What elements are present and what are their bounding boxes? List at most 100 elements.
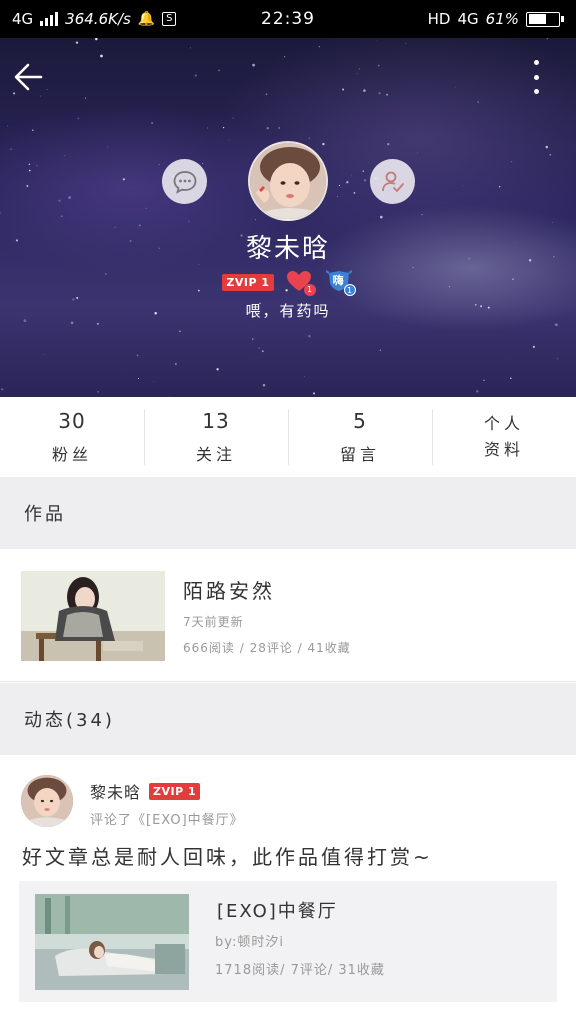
star [483, 379, 485, 382]
feed-avatar-image [21, 775, 73, 827]
star [379, 349, 381, 351]
avatar[interactable] [21, 775, 73, 827]
star [95, 38, 98, 41]
vip-badge[interactable]: ZVIP 1 [222, 273, 274, 291]
star [206, 127, 209, 129]
quoted-work-author: by:顿时汐i [215, 935, 284, 950]
feed-text: 好文章总是耐人回味，此作品值得打赏~ [22, 845, 433, 869]
quoted-work-cover-art [35, 894, 189, 990]
star [150, 121, 154, 125]
star [28, 163, 31, 165]
fan-badge[interactable]: 嗨 1 [325, 270, 356, 296]
network-right-label: 4G [457, 10, 479, 28]
star [96, 322, 99, 325]
star [342, 88, 345, 91]
star [188, 220, 190, 222]
star [461, 185, 463, 187]
quoted-work-title: [EXO]中餐厅 [217, 901, 338, 922]
star [179, 330, 181, 333]
star [387, 143, 390, 146]
star [194, 74, 197, 77]
star [190, 47, 191, 49]
work-item[interactable]: 陌路安然 7天前更新 666阅读 / 28评论 / 41收藏 [0, 549, 576, 682]
star [137, 378, 140, 380]
star [477, 101, 479, 103]
star [308, 334, 311, 338]
star [68, 196, 71, 199]
notification-icon: 🔔 [137, 11, 156, 27]
star [97, 391, 99, 393]
star [174, 362, 177, 365]
star [454, 86, 456, 88]
stat-value: 13 [202, 409, 230, 433]
star [100, 54, 103, 58]
avatar[interactable] [248, 141, 328, 221]
battery-icon [526, 11, 564, 27]
profile-info-label-2: 资料 [483, 440, 524, 459]
star [532, 345, 536, 349]
star [356, 73, 358, 75]
feed-username[interactable]: 黎未晗 [90, 779, 141, 803]
profile-info-button[interactable]: 个人 资料 [432, 397, 576, 477]
star [266, 127, 269, 130]
star [202, 163, 203, 165]
quoted-work-card[interactable]: [EXO]中餐厅 by:顿时汐i 1718阅读/ 7评论/ 31收藏 [19, 881, 557, 1002]
star [549, 153, 551, 156]
star [7, 125, 9, 127]
heart-badge[interactable]: 1 [286, 270, 316, 296]
star [545, 145, 549, 149]
star [258, 347, 260, 349]
profile-header: 黎未晗 ZVIP 1 1 嗨 1 喂，有药吗 [0, 38, 576, 397]
star [338, 184, 341, 187]
star [218, 69, 220, 72]
quoted-work-stats: 1718阅读/ 7评论/ 31收藏 [215, 963, 385, 978]
app-icon: S [162, 12, 177, 26]
star [70, 321, 74, 325]
star [313, 392, 315, 395]
star [546, 38, 548, 40]
star [555, 323, 558, 327]
star [363, 89, 366, 92]
star [28, 169, 31, 172]
star [122, 178, 125, 181]
star [262, 383, 266, 387]
profile-info-label-1: 个人 [483, 414, 524, 433]
work-title: 陌路安然 [183, 579, 275, 603]
star [498, 185, 501, 188]
star [303, 376, 305, 377]
stat-messages[interactable]: 5 留言 [288, 397, 432, 477]
feed-section-header: 动态(34) [0, 683, 576, 755]
stat-fans[interactable]: 30 粉丝 [0, 397, 144, 477]
star [337, 196, 338, 197]
star [58, 199, 61, 202]
star [153, 381, 154, 382]
star [283, 56, 286, 58]
star [346, 181, 349, 184]
star [36, 165, 38, 167]
more-button[interactable] [532, 60, 540, 94]
star [363, 179, 367, 182]
follow-button[interactable] [370, 159, 415, 204]
works-section-title: 作品 [24, 504, 66, 525]
star [228, 139, 230, 141]
star [552, 222, 554, 224]
star [417, 152, 418, 154]
signature: 喂，有药吗 [245, 302, 331, 320]
star [252, 63, 255, 67]
stat-following[interactable]: 13 关注 [144, 397, 288, 477]
back-button[interactable] [12, 60, 46, 94]
message-button[interactable] [162, 159, 207, 204]
signal-icon [40, 12, 59, 26]
star [145, 207, 147, 209]
username: 黎未晗 [245, 234, 330, 264]
star [386, 93, 389, 96]
star [84, 97, 87, 99]
star [412, 266, 414, 269]
star [405, 42, 407, 44]
star [60, 215, 63, 217]
star [318, 46, 321, 48]
star [26, 184, 29, 188]
feed-section-title: 动态(34) [24, 710, 115, 731]
star [278, 127, 280, 129]
star [322, 142, 325, 146]
